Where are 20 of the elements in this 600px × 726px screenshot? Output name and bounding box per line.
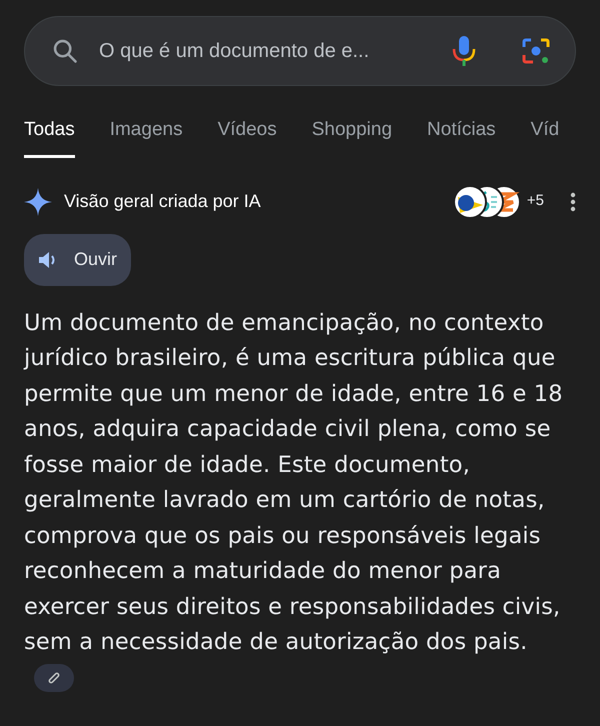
- sparkle-icon: [24, 188, 52, 216]
- link-button[interactable]: [34, 664, 74, 692]
- tab[interactable]: Vídeos: [218, 116, 277, 158]
- search-icon: [51, 37, 79, 65]
- camera-icon[interactable]: [521, 36, 551, 66]
- search-text: O que é um documento de e...: [99, 39, 370, 64]
- more-options-icon[interactable]: [570, 192, 576, 212]
- search-field[interactable]: O que é um documento de e...: [24, 16, 576, 86]
- overview-title: Visão geral criada por IA: [64, 190, 262, 213]
- tab[interactable]: Notícias: [427, 116, 496, 158]
- tab[interactable]: Imagens: [110, 116, 183, 158]
- sources-count[interactable]: +5: [526, 190, 544, 213]
- tab[interactable]: Shopping: [312, 116, 392, 158]
- link-icon: [47, 671, 61, 686]
- tab[interactable]: Víd: [530, 116, 560, 158]
- source-icons-drawing[interactable]: [452, 184, 521, 218]
- tab[interactable]: Todas: [24, 116, 75, 158]
- answer-text: Um documento de emancipação, no contexto jurídico brasileiro, é uma escritura pública que permite que um menor de idade, entre 16 e 18 anos, adquira capacidade civil plena, como se fosse maior de idade. Este documento, geralmente lavrado em um cartório de notas, comprova que os pais ou responsáveis legais reconhecem a maturidade do menor para exercer seus direitos e responsabilidades civis, sem a necessidade de autorização dos pais.: [24, 310, 563, 655]
- microphone-icon[interactable]: [451, 34, 477, 68]
- listen-button[interactable]: Ouvir: [24, 234, 132, 286]
